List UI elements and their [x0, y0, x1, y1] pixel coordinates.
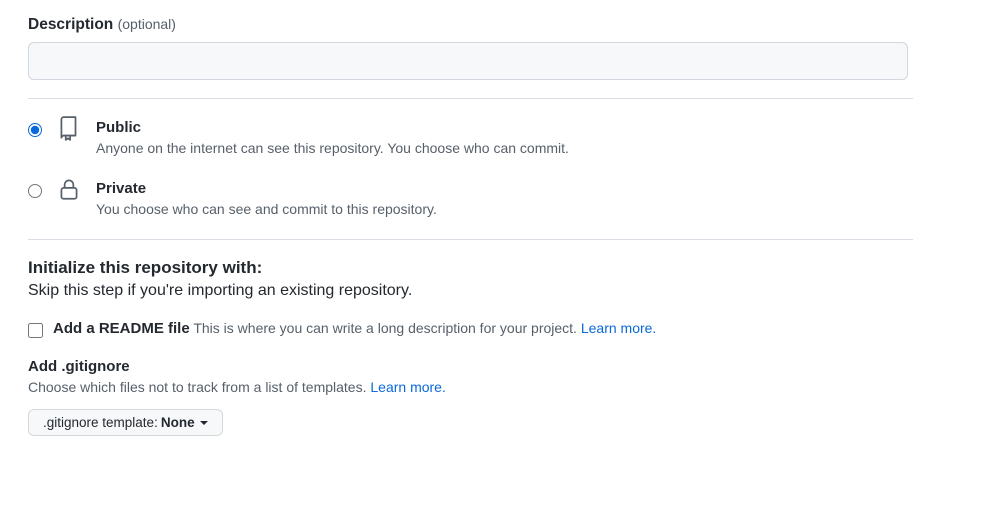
readme-row: Add a README file This is where you can …	[28, 320, 953, 338]
initialize-header: Initialize this repository with:	[28, 258, 953, 278]
readme-label[interactable]: Add a README file This is where you can …	[53, 320, 656, 337]
visibility-public-row: Public Anyone on the internet can see th…	[28, 117, 953, 156]
visibility-public-label[interactable]: Public Anyone on the internet can see th…	[96, 117, 569, 156]
visibility-public-radio[interactable]	[28, 123, 42, 137]
visibility-private-radio[interactable]	[28, 184, 42, 198]
divider	[28, 239, 913, 240]
initialize-subtext: Skip this step if you're importing an ex…	[28, 282, 953, 300]
description-label: Description (optional)	[28, 16, 953, 34]
description-label-text: Description	[28, 16, 113, 33]
readme-learn-more-link[interactable]: Learn more.	[581, 320, 656, 336]
gitignore-desc: Choose which files not to track from a l…	[28, 379, 953, 395]
repo-icon	[56, 115, 82, 144]
divider	[28, 98, 913, 99]
visibility-public-title: Public	[96, 117, 569, 138]
gitignore-template-dropdown[interactable]: .gitignore template: None	[28, 409, 223, 436]
visibility-private-row: Private You choose who can see and commi…	[28, 178, 953, 217]
gitignore-desc-text: Choose which files not to track from a l…	[28, 379, 370, 395]
readme-desc: This is where you can write a long descr…	[193, 320, 656, 336]
readme-title: Add a README file	[53, 320, 190, 337]
readme-desc-text: This is where you can write a long descr…	[193, 320, 581, 336]
visibility-private-label[interactable]: Private You choose who can see and commi…	[96, 178, 437, 217]
gitignore-learn-more-link[interactable]: Learn more.	[370, 379, 445, 395]
visibility-private-desc: You choose who can see and commit to thi…	[96, 201, 437, 217]
gitignore-header: Add .gitignore	[28, 358, 953, 375]
visibility-public-desc: Anyone on the internet can see this repo…	[96, 140, 569, 156]
gitignore-button-prefix: .gitignore template:	[43, 415, 158, 430]
description-optional: (optional)	[118, 16, 176, 32]
caret-down-icon	[200, 421, 208, 425]
description-input[interactable]	[28, 42, 908, 80]
lock-icon	[56, 176, 82, 205]
visibility-private-title: Private	[96, 178, 437, 199]
gitignore-button-value: None	[161, 415, 195, 430]
readme-checkbox[interactable]	[28, 323, 43, 338]
